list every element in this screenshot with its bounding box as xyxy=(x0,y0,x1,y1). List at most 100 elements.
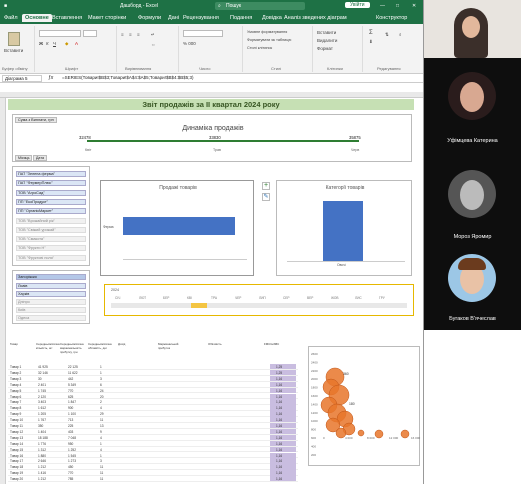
tab-insert[interactable]: Вставлення xyxy=(52,15,82,21)
bubble-chart[interactable]: 2600 2400 2200 2000 1800 1600 1400 1200 1000 800 6… xyxy=(308,346,421,466)
format-table-button[interactable]: Форматувати як таблицю xyxy=(247,38,291,42)
timeline-month[interactable]: ЧЕР xyxy=(235,296,241,300)
window-title: Дашборд - Excel xyxy=(120,3,159,9)
tab-design[interactable]: Конструктор xyxy=(376,15,407,21)
font-family-box[interactable] xyxy=(39,30,81,37)
insert-cells-button[interactable]: Вставити xyxy=(317,30,336,35)
percent-icon[interactable]: % 000 xyxy=(183,41,196,46)
supplier-slicer-item[interactable]: ТОВ "Свіжий урожай" xyxy=(16,226,86,233)
find-icon[interactable]: ⌕ xyxy=(399,32,402,37)
tab-view[interactable]: Подання xyxy=(230,15,252,21)
tab-file[interactable]: Файл xyxy=(4,15,18,21)
tile-participant-2[interactable]: Мороз Яромир xyxy=(424,160,521,248)
timeline-month[interactable]: ЛИП xyxy=(259,296,266,300)
product-sales-chart[interactable]: Продажі товарів Ферма xyxy=(100,180,254,276)
timeline-selection[interactable] xyxy=(191,303,207,308)
supplier-slicer-item[interactable]: ПП "ЕкоПродукт" xyxy=(16,198,86,205)
table-cell: 785 xyxy=(68,477,74,482)
bubble-x-tick: 8 000 xyxy=(367,436,375,440)
align-center-icon[interactable]: ≡ xyxy=(129,32,132,37)
timeline-month[interactable]: ЖОВ xyxy=(331,296,338,300)
supplier-slicer-item[interactable]: ТОВ "Врожайний рік" xyxy=(16,217,86,224)
align-left-icon[interactable]: ≡ xyxy=(121,32,124,37)
font-size-box[interactable] xyxy=(83,30,97,37)
autosum-icon[interactable]: Σ xyxy=(369,30,373,36)
fill-icon[interactable]: ⬇ xyxy=(369,39,373,45)
tab-data[interactable]: Дані xyxy=(168,15,179,21)
restore-icon[interactable]: □ xyxy=(396,3,399,9)
table-cell: 1 xyxy=(100,441,102,446)
paste-icon[interactable] xyxy=(8,32,20,46)
filter-chip[interactable]: Сума з Виплати, грн xyxy=(15,117,57,123)
clipboard-group: Вставити Буфер обміну xyxy=(2,26,30,72)
category-chart[interactable]: Категорії товарів Овочі xyxy=(276,180,412,276)
supplier-slicer-item[interactable]: ПП "ОрганікМаркет" xyxy=(16,208,86,215)
table-cell: Товар 15 xyxy=(10,447,24,452)
city-slicer-item[interactable]: Київ xyxy=(16,307,86,313)
dynamics-chart[interactable]: Сума з Виплати, грн Динаміка продажів 32… xyxy=(12,114,412,162)
tab-review[interactable]: Рецензування xyxy=(183,15,219,21)
timeline-month[interactable]: БЕР xyxy=(163,296,169,300)
timeline-slicer[interactable]: 2024 СІЧ ЛЮТ БЕР КВІ ТРА ЧЕР ЛИП СЕР ВЕР ЖОВ ЛИС ГР… xyxy=(104,284,414,316)
supplier-slicer-item[interactable]: ПАТ "Зелена ферма" xyxy=(16,171,86,177)
supplier-slicer-item[interactable]: ТОВ "Смакота" xyxy=(16,236,86,243)
chart-elements-icon[interactable]: + xyxy=(262,182,270,190)
name-box[interactable]: Діаграма 5 xyxy=(2,75,42,82)
tab-help[interactable]: Довідка xyxy=(262,15,282,21)
tab-page-layout[interactable]: Макет сторінки xyxy=(88,15,126,21)
city-slicer-item[interactable]: Дніпро xyxy=(16,299,86,305)
row-headers xyxy=(0,98,6,484)
autosave-icon[interactable]: ■ xyxy=(4,3,7,9)
city-slicer-selected[interactable]: Запоріжжя xyxy=(16,274,86,280)
bold-icon[interactable]: Ж xyxy=(39,41,43,46)
format-cells-button[interactable]: Формат xyxy=(317,46,333,51)
timeline-month[interactable]: СЕР xyxy=(283,296,290,300)
fmcg-cell-fill xyxy=(270,452,296,458)
formula-input[interactable]: =SERIES(Товари!$B$3;Товари!$A$4:$A$5;Тов… xyxy=(62,75,193,80)
table-cell: 1,16 xyxy=(276,429,283,434)
cell-styles-button[interactable]: Стилі клітинок xyxy=(247,46,272,50)
paste-button[interactable]: Вставити xyxy=(4,48,23,53)
fill-color-icon[interactable]: ◆ xyxy=(65,41,68,47)
timeline-month[interactable]: ЛИС xyxy=(355,296,362,300)
align-right-icon[interactable]: ≡ xyxy=(137,32,140,37)
minimize-icon[interactable]: — xyxy=(380,3,385,9)
alignment-group: ≡ ≡ ≡ ↵ ⇔ Вирівнювання xyxy=(116,26,176,72)
timeline-month[interactable]: КВІ xyxy=(187,296,192,300)
timeline-month[interactable]: ЛЮТ xyxy=(139,296,146,300)
supplier-slicer-item[interactable]: ТОВ "Фрукти Н" xyxy=(16,245,86,252)
font-color-icon[interactable]: A xyxy=(75,41,78,46)
month-field-button[interactable]: Місяць xyxy=(15,155,33,161)
italic-icon[interactable]: К xyxy=(46,41,49,46)
city-slicer-item[interactable]: Харків xyxy=(16,291,86,297)
tab-home[interactable]: Основне xyxy=(22,14,52,22)
supplier-slicer-item[interactable]: ТОВ "АгроСад" xyxy=(16,189,86,196)
sort-icon[interactable]: ⇅ xyxy=(385,32,389,38)
city-slicer-item[interactable]: Одеса xyxy=(16,315,86,321)
supplier-slicer-item[interactable]: ПАТ "ФермерПлюс" xyxy=(16,180,86,187)
table-cell: Товар 19 xyxy=(10,471,24,476)
underline-icon[interactable]: Ч xyxy=(53,41,56,46)
bubble-x-tick: 0 xyxy=(323,436,325,440)
timeline-track[interactable] xyxy=(111,303,407,308)
tab-formulas[interactable]: Формули xyxy=(138,15,161,21)
chart-style-icon[interactable]: ✎ xyxy=(262,193,270,201)
fmcg-cell-fill xyxy=(270,387,296,393)
timeline-month[interactable]: ТРА xyxy=(211,296,217,300)
number-format-box[interactable] xyxy=(183,30,223,37)
tile-participant-1[interactable]: Уфімцева Катерина xyxy=(424,58,521,160)
city-slicer-item[interactable]: Львів xyxy=(16,283,86,289)
timeline-month[interactable]: ВЕР xyxy=(307,296,313,300)
close-icon[interactable]: ✕ xyxy=(412,3,416,9)
wrap-icon[interactable]: ↵ xyxy=(151,32,155,38)
supplier-slicer-item[interactable]: ТОВ "Фруктові поля" xyxy=(16,254,86,261)
timeline-month[interactable]: ГРУ xyxy=(379,296,385,300)
tab-pivotchart-analyze[interactable]: Аналіз зведених діаграм xyxy=(284,15,347,21)
conditional-format-button[interactable]: Умовне форматування xyxy=(247,30,287,34)
delete-cells-button[interactable]: Видалити xyxy=(317,38,337,43)
tile-participant-3[interactable]: Бугаков В'ячеслав xyxy=(424,248,521,330)
user-badge[interactable]: Увійти xyxy=(345,2,370,8)
merge-icon[interactable]: ⇔ xyxy=(151,42,156,47)
timeline-month[interactable]: СІЧ xyxy=(115,296,120,300)
date-field-button[interactable]: Дата xyxy=(33,155,47,161)
